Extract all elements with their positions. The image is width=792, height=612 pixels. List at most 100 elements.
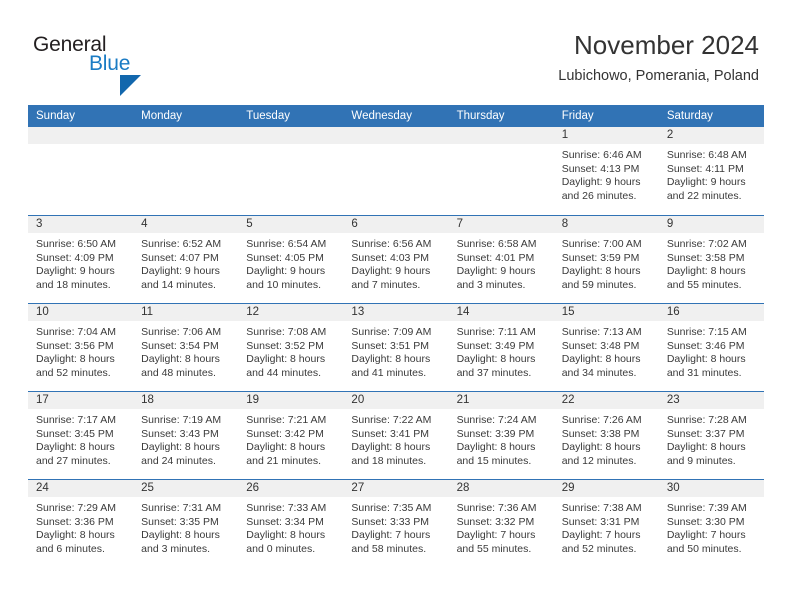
- day-number-band: 11: [133, 304, 239, 321]
- day-number: 23: [666, 394, 680, 406]
- calendar-day-cell[interactable]: 7 Sunrise: 6:58 AM Sunset: 4:01 PM Daylight…: [448, 216, 554, 303]
- day-number: 19: [246, 394, 260, 406]
- calendar-day-cell[interactable]: 24 Sunrise: 7:29 AM Sunset: 3:36 PM Dayligh…: [28, 480, 134, 567]
- calendar-day-cell[interactable]: 13 Sunrise: 7:09 AM Sunset: 3:51 PM Dayligh…: [343, 304, 449, 391]
- sunrise-text: Sunrise: 7:00 AM: [561, 238, 642, 250]
- daylight-text-line1: Daylight: 9 hours: [561, 176, 641, 189]
- calendar-day-cell[interactable]: 26 Sunrise: 7:33 AM Sunset: 3:34 PM Dayligh…: [238, 480, 344, 567]
- calendar-day-cell[interactable]: 10 Sunrise: 7:04 AM Sunset: 3:56 PM Dayligh…: [28, 304, 134, 391]
- day-number: 22: [561, 394, 575, 406]
- calendar-day-cell[interactable]: 9 Sunrise: 7:02 AM Sunset: 3:58 PM Daylight…: [658, 216, 764, 303]
- day-sun-info: Sunrise: 7:13 AM Sunset: 3:48 PM Daylight:…: [554, 321, 659, 380]
- day-number: 15: [561, 306, 575, 318]
- day-number-band: 12: [238, 304, 344, 321]
- day-number-band: 23: [658, 392, 764, 409]
- day-number-band: 30: [658, 480, 764, 497]
- calendar-day-cell[interactable]: 22 Sunrise: 7:26 AM Sunset: 3:38 PM Dayligh…: [553, 392, 659, 479]
- general-blue-logo[interactable]: General Blue: [33, 33, 163, 96]
- day-number-band: 22: [553, 392, 659, 409]
- daylight-text-line1: Daylight: 8 hours: [36, 441, 115, 454]
- sunset-text: Sunset: 3:52 PM: [246, 339, 324, 352]
- day-sun-info: Sunrise: 6:58 AM Sunset: 4:01 PM Daylight:…: [449, 233, 554, 292]
- day-sun-info: Sunrise: 7:38 AM Sunset: 3:31 PM Daylight:…: [554, 497, 659, 556]
- day-number-band: 17: [28, 392, 134, 409]
- daylight-text-line2: and 6 minutes.: [36, 542, 105, 555]
- daylight-text-line1: Daylight: 8 hours: [456, 353, 536, 366]
- calendar-day-cell[interactable]: 12 Sunrise: 7:08 AM Sunset: 3:52 PM Dayligh…: [238, 304, 344, 391]
- day-number-band: 26: [238, 480, 344, 497]
- calendar-day-cell[interactable]: 21 Sunrise: 7:24 AM Sunset: 3:39 PM Dayligh…: [448, 392, 554, 479]
- day-number-band: 27: [343, 480, 449, 497]
- sunset-text: Sunset: 3:32 PM: [456, 515, 535, 528]
- daylight-text-line1: Daylight: 9 hours: [666, 176, 746, 189]
- calendar-day-cell[interactable]: 18 Sunrise: 7:19 AM Sunset: 3:43 PM Dayligh…: [133, 392, 239, 479]
- daylight-text-line2: and 7 minutes.: [351, 278, 421, 291]
- calendar-week-row: 1 Sunrise: 6:46 AM Sunset: 4:13 PM Daylight…: [28, 127, 764, 215]
- sunrise-text: Sunrise: 7:33 AM: [246, 502, 327, 514]
- day-number: 18: [141, 394, 154, 406]
- calendar-week-row: 17 Sunrise: 7:17 AM Sunset: 3:45 PM Dayligh…: [28, 391, 764, 479]
- calendar-day-cell-empty: [28, 127, 134, 215]
- calendar-day-cell[interactable]: 25 Sunrise: 7:31 AM Sunset: 3:35 PM Dayligh…: [133, 480, 239, 567]
- daylight-text-line1: Daylight: 7 hours: [561, 529, 641, 542]
- sunrise-text: Sunrise: 7:24 AM: [456, 414, 537, 426]
- day-number: 3: [36, 218, 43, 230]
- day-number-band: 6: [343, 216, 449, 233]
- calendar-day-cell[interactable]: 16 Sunrise: 7:15 AM Sunset: 3:46 PM Dayligh…: [658, 304, 764, 391]
- calendar-day-cell[interactable]: 20 Sunrise: 7:22 AM Sunset: 3:41 PM Dayligh…: [343, 392, 449, 479]
- daylight-text-line1: Daylight: 8 hours: [666, 441, 746, 454]
- calendar-day-cell[interactable]: 23 Sunrise: 7:28 AM Sunset: 3:37 PM Dayligh…: [658, 392, 764, 479]
- calendar-day-cell[interactable]: 27 Sunrise: 7:35 AM Sunset: 3:33 PM Dayligh…: [343, 480, 449, 567]
- day-sun-info: Sunrise: 7:11 AM Sunset: 3:49 PM Daylight:…: [449, 321, 554, 380]
- daylight-text-line1: Daylight: 8 hours: [36, 353, 115, 366]
- calendar-day-cell[interactable]: 15 Sunrise: 7:13 AM Sunset: 3:48 PM Dayligh…: [553, 304, 659, 391]
- day-sun-info: Sunrise: 6:48 AM Sunset: 4:11 PM Daylight:…: [659, 144, 764, 203]
- calendar-day-cell[interactable]: 19 Sunrise: 7:21 AM Sunset: 3:42 PM Dayligh…: [238, 392, 344, 479]
- day-sun-info: Sunrise: 7:19 AM Sunset: 3:43 PM Daylight:…: [133, 409, 238, 468]
- sunrise-text: Sunrise: 6:46 AM: [561, 149, 642, 161]
- calendar-day-cell[interactable]: 5 Sunrise: 6:54 AM Sunset: 4:05 PM Daylight…: [238, 216, 344, 303]
- calendar-day-cell[interactable]: 4 Sunrise: 6:52 AM Sunset: 4:07 PM Daylight…: [133, 216, 239, 303]
- sunrise-text: Sunrise: 7:17 AM: [36, 414, 116, 426]
- sunrise-text: Sunrise: 7:13 AM: [561, 326, 642, 338]
- day-number: 20: [351, 394, 365, 406]
- calendar-day-cell[interactable]: 17 Sunrise: 7:17 AM Sunset: 3:45 PM Dayligh…: [28, 392, 134, 479]
- day-number-band: 14: [448, 304, 554, 321]
- calendar-day-cell[interactable]: 2 Sunrise: 6:48 AM Sunset: 4:11 PM Daylight…: [658, 127, 764, 215]
- calendar-day-cell[interactable]: 6 Sunrise: 6:56 AM Sunset: 4:03 PM Daylight…: [343, 216, 449, 303]
- calendar-day-cell[interactable]: 28 Sunrise: 7:36 AM Sunset: 3:32 PM Dayligh…: [448, 480, 554, 567]
- calendar-day-cell[interactable]: 14 Sunrise: 7:11 AM Sunset: 3:49 PM Dayligh…: [448, 304, 554, 391]
- sunrise-text: Sunrise: 7:02 AM: [666, 238, 747, 250]
- day-number-band: 18: [133, 392, 239, 409]
- day-sun-info: Sunrise: 7:21 AM Sunset: 3:42 PM Daylight:…: [238, 409, 343, 468]
- day-sun-info: Sunrise: 6:46 AM Sunset: 4:13 PM Daylight:…: [554, 144, 659, 203]
- daylight-text-line1: Daylight: 7 hours: [666, 529, 746, 542]
- day-number-band: 7: [448, 216, 554, 233]
- sunrise-text: Sunrise: 6:48 AM: [666, 149, 747, 161]
- daylight-text-line1: Daylight: 8 hours: [141, 529, 220, 542]
- day-number-band: 2: [658, 127, 764, 144]
- calendar-day-cell[interactable]: 3 Sunrise: 6:50 AM Sunset: 4:09 PM Daylight…: [28, 216, 134, 303]
- sunrise-text: Sunrise: 7:11 AM: [456, 326, 536, 338]
- sunrise-text: Sunrise: 7:19 AM: [141, 414, 222, 426]
- sunrise-text: Sunrise: 7:28 AM: [666, 414, 747, 426]
- daylight-text-line2: and 55 minutes.: [666, 278, 742, 291]
- daylight-text-line1: Daylight: 9 hours: [246, 265, 326, 278]
- calendar-day-cell[interactable]: 1 Sunrise: 6:46 AM Sunset: 4:13 PM Daylight…: [553, 127, 659, 215]
- sunrise-text: Sunrise: 7:26 AM: [561, 414, 642, 426]
- calendar-day-cell[interactable]: 30 Sunrise: 7:39 AM Sunset: 3:30 PM Dayligh…: [658, 480, 764, 567]
- logo-text-blue: Blue: [89, 52, 131, 75]
- day-number: 17: [36, 394, 49, 406]
- calendar-day-cell[interactable]: 29 Sunrise: 7:38 AM Sunset: 3:31 PM Dayligh…: [553, 480, 659, 567]
- calendar-day-cell[interactable]: 8 Sunrise: 7:00 AM Sunset: 3:59 PM Daylight…: [553, 216, 659, 303]
- daylight-text-line1: Daylight: 8 hours: [141, 353, 220, 366]
- day-number: 9: [666, 218, 674, 230]
- page-header: General Blue November 2024 Lubichowo, Po…: [0, 0, 792, 96]
- daylight-text-line1: Daylight: 9 hours: [351, 265, 431, 278]
- day-sun-info: Sunrise: 7:00 AM Sunset: 3:59 PM Daylight:…: [554, 233, 659, 292]
- day-number: 1: [561, 129, 569, 141]
- day-sun-info: Sunrise: 7:24 AM Sunset: 3:39 PM Daylight:…: [449, 409, 554, 468]
- sunset-text: Sunset: 3:33 PM: [351, 515, 430, 528]
- day-sun-info: Sunrise: 6:54 AM Sunset: 4:05 PM Daylight:…: [238, 233, 343, 292]
- calendar-day-cell[interactable]: 11 Sunrise: 7:06 AM Sunset: 3:54 PM Dayligh…: [133, 304, 239, 391]
